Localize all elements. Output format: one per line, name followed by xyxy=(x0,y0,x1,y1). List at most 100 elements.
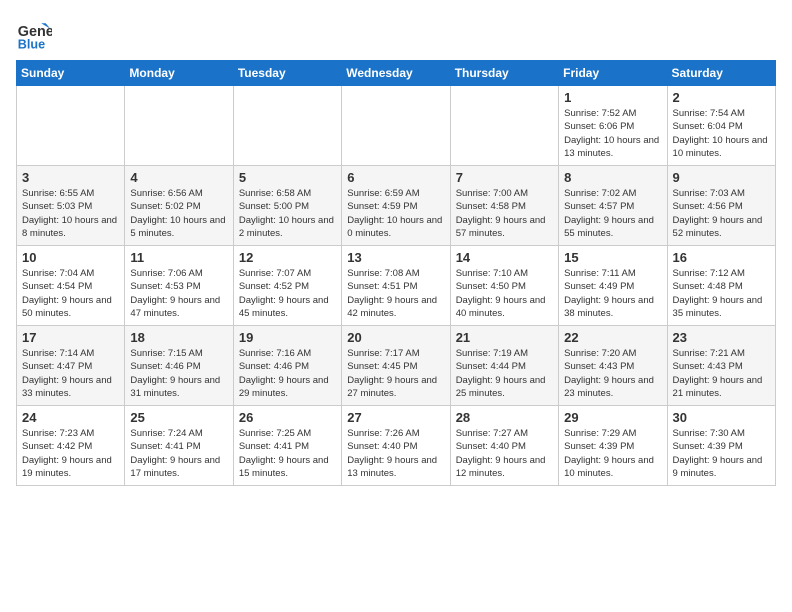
day-number: 9 xyxy=(673,170,770,185)
day-info: Sunrise: 6:58 AM Sunset: 5:00 PM Dayligh… xyxy=(239,187,336,240)
day-info: Sunrise: 7:11 AM Sunset: 4:49 PM Dayligh… xyxy=(564,267,661,320)
calendar-cell xyxy=(125,86,233,166)
calendar-cell: 27 Sunrise: 7:26 AM Sunset: 4:40 PM Dayli… xyxy=(342,406,450,486)
day-number: 29 xyxy=(564,410,661,425)
day-info: Sunrise: 7:54 AM Sunset: 6:04 PM Dayligh… xyxy=(673,107,770,160)
calendar-cell xyxy=(233,86,341,166)
day-info: Sunrise: 7:00 AM Sunset: 4:58 PM Dayligh… xyxy=(456,187,553,240)
calendar-cell: 7 Sunrise: 7:00 AM Sunset: 4:58 PM Daylig… xyxy=(450,166,558,246)
day-number: 11 xyxy=(130,250,227,265)
day-number: 20 xyxy=(347,330,444,345)
day-number: 14 xyxy=(456,250,553,265)
day-number: 25 xyxy=(130,410,227,425)
day-info: Sunrise: 7:06 AM Sunset: 4:53 PM Dayligh… xyxy=(130,267,227,320)
calendar-cell: 19 Sunrise: 7:16 AM Sunset: 4:46 PM Dayli… xyxy=(233,326,341,406)
weekday-header: Wednesday xyxy=(342,61,450,86)
day-number: 19 xyxy=(239,330,336,345)
day-info: Sunrise: 7:23 AM Sunset: 4:42 PM Dayligh… xyxy=(22,427,119,480)
day-info: Sunrise: 7:12 AM Sunset: 4:48 PM Dayligh… xyxy=(673,267,770,320)
day-info: Sunrise: 7:17 AM Sunset: 4:45 PM Dayligh… xyxy=(347,347,444,400)
calendar-cell xyxy=(17,86,125,166)
calendar-cell: 4 Sunrise: 6:56 AM Sunset: 5:02 PM Daylig… xyxy=(125,166,233,246)
day-number: 16 xyxy=(673,250,770,265)
day-number: 21 xyxy=(456,330,553,345)
logo: General Blue xyxy=(16,16,52,52)
day-info: Sunrise: 7:52 AM Sunset: 6:06 PM Dayligh… xyxy=(564,107,661,160)
day-info: Sunrise: 7:24 AM Sunset: 4:41 PM Dayligh… xyxy=(130,427,227,480)
calendar-cell xyxy=(342,86,450,166)
header: General Blue xyxy=(16,16,776,52)
weekday-header: Tuesday xyxy=(233,61,341,86)
calendar-cell: 15 Sunrise: 7:11 AM Sunset: 4:49 PM Dayli… xyxy=(559,246,667,326)
calendar-cell: 29 Sunrise: 7:29 AM Sunset: 4:39 PM Dayli… xyxy=(559,406,667,486)
calendar-cell: 17 Sunrise: 7:14 AM Sunset: 4:47 PM Dayli… xyxy=(17,326,125,406)
day-number: 13 xyxy=(347,250,444,265)
calendar-cell: 3 Sunrise: 6:55 AM Sunset: 5:03 PM Daylig… xyxy=(17,166,125,246)
calendar-cell: 12 Sunrise: 7:07 AM Sunset: 4:52 PM Dayli… xyxy=(233,246,341,326)
day-info: Sunrise: 7:26 AM Sunset: 4:40 PM Dayligh… xyxy=(347,427,444,480)
calendar-cell: 16 Sunrise: 7:12 AM Sunset: 4:48 PM Dayli… xyxy=(667,246,775,326)
day-number: 4 xyxy=(130,170,227,185)
day-info: Sunrise: 7:15 AM Sunset: 4:46 PM Dayligh… xyxy=(130,347,227,400)
day-info: Sunrise: 7:19 AM Sunset: 4:44 PM Dayligh… xyxy=(456,347,553,400)
calendar-cell: 22Sunrise: 7:20 AM Sunset: 4:43 PM Dayli… xyxy=(559,326,667,406)
day-info: Sunrise: 7:04 AM Sunset: 4:54 PM Dayligh… xyxy=(22,267,119,320)
calendar-cell: 28Sunrise: 7:27 AM Sunset: 4:40 PM Dayli… xyxy=(450,406,558,486)
day-info: Sunrise: 7:30 AM Sunset: 4:39 PM Dayligh… xyxy=(673,427,770,480)
calendar-cell: 25 Sunrise: 7:24 AM Sunset: 4:41 PM Dayli… xyxy=(125,406,233,486)
day-number: 30 xyxy=(673,410,770,425)
day-number: 26 xyxy=(239,410,336,425)
weekday-header: Friday xyxy=(559,61,667,86)
day-number: 2 xyxy=(673,90,770,105)
day-number: 10 xyxy=(22,250,119,265)
calendar-cell: 23 Sunrise: 7:21 AM Sunset: 4:43 PM Dayli… xyxy=(667,326,775,406)
day-info: Sunrise: 7:21 AM Sunset: 4:43 PM Dayligh… xyxy=(673,347,770,400)
day-info: Sunrise: 7:29 AM Sunset: 4:39 PM Dayligh… xyxy=(564,427,661,480)
day-number: 12 xyxy=(239,250,336,265)
calendar-cell: 18 Sunrise: 7:15 AM Sunset: 4:46 PM Dayli… xyxy=(125,326,233,406)
day-info: Sunrise: 6:56 AM Sunset: 5:02 PM Dayligh… xyxy=(130,187,227,240)
day-number: 17 xyxy=(22,330,119,345)
calendar-cell: 24 Sunrise: 7:23 AM Sunset: 4:42 PM Dayli… xyxy=(17,406,125,486)
calendar-cell: 13 Sunrise: 7:08 AM Sunset: 4:51 PM Dayli… xyxy=(342,246,450,326)
day-info: Sunrise: 7:08 AM Sunset: 4:51 PM Dayligh… xyxy=(347,267,444,320)
day-number: 27 xyxy=(347,410,444,425)
calendar-cell: 1Sunrise: 7:52 AM Sunset: 6:06 PM Daylig… xyxy=(559,86,667,166)
day-info: Sunrise: 7:20 AM Sunset: 4:43 PM Dayligh… xyxy=(564,347,661,400)
calendar-cell: 14 Sunrise: 7:10 AM Sunset: 4:50 PM Dayli… xyxy=(450,246,558,326)
calendar-table: SundayMondayTuesdayWednesdayThursdayFrid… xyxy=(16,60,776,486)
calendar-cell: 2 Sunrise: 7:54 AM Sunset: 6:04 PM Daylig… xyxy=(667,86,775,166)
calendar-cell: 20 Sunrise: 7:17 AM Sunset: 4:45 PM Dayli… xyxy=(342,326,450,406)
day-number: 23 xyxy=(673,330,770,345)
calendar-cell: 9 Sunrise: 7:03 AM Sunset: 4:56 PM Daylig… xyxy=(667,166,775,246)
calendar-cell: 30 Sunrise: 7:30 AM Sunset: 4:39 PM Dayli… xyxy=(667,406,775,486)
calendar-cell: 8Sunrise: 7:02 AM Sunset: 4:57 PM Daylig… xyxy=(559,166,667,246)
day-info: Sunrise: 7:03 AM Sunset: 4:56 PM Dayligh… xyxy=(673,187,770,240)
day-number: 3 xyxy=(22,170,119,185)
day-info: Sunrise: 7:25 AM Sunset: 4:41 PM Dayligh… xyxy=(239,427,336,480)
weekday-header: Sunday xyxy=(17,61,125,86)
calendar-cell: 6Sunrise: 6:59 AM Sunset: 4:59 PM Daylig… xyxy=(342,166,450,246)
day-info: Sunrise: 7:27 AM Sunset: 4:40 PM Dayligh… xyxy=(456,427,553,480)
day-info: Sunrise: 7:14 AM Sunset: 4:47 PM Dayligh… xyxy=(22,347,119,400)
day-number: 15 xyxy=(564,250,661,265)
day-number: 7 xyxy=(456,170,553,185)
day-info: Sunrise: 7:07 AM Sunset: 4:52 PM Dayligh… xyxy=(239,267,336,320)
calendar-cell: 21 Sunrise: 7:19 AM Sunset: 4:44 PM Dayli… xyxy=(450,326,558,406)
day-info: Sunrise: 6:59 AM Sunset: 4:59 PM Dayligh… xyxy=(347,187,444,240)
day-info: Sunrise: 7:16 AM Sunset: 4:46 PM Dayligh… xyxy=(239,347,336,400)
day-number: 5 xyxy=(239,170,336,185)
logo-icon: General Blue xyxy=(16,16,52,52)
day-info: Sunrise: 7:10 AM Sunset: 4:50 PM Dayligh… xyxy=(456,267,553,320)
weekday-header: Monday xyxy=(125,61,233,86)
calendar-cell xyxy=(450,86,558,166)
svg-text:Blue: Blue xyxy=(18,37,45,51)
weekday-header: Thursday xyxy=(450,61,558,86)
day-info: Sunrise: 6:55 AM Sunset: 5:03 PM Dayligh… xyxy=(22,187,119,240)
day-number: 24 xyxy=(22,410,119,425)
calendar-cell: 26 Sunrise: 7:25 AM Sunset: 4:41 PM Dayli… xyxy=(233,406,341,486)
day-number: 8 xyxy=(564,170,661,185)
day-number: 18 xyxy=(130,330,227,345)
weekday-header: Saturday xyxy=(667,61,775,86)
calendar-cell: 5 Sunrise: 6:58 AM Sunset: 5:00 PM Daylig… xyxy=(233,166,341,246)
